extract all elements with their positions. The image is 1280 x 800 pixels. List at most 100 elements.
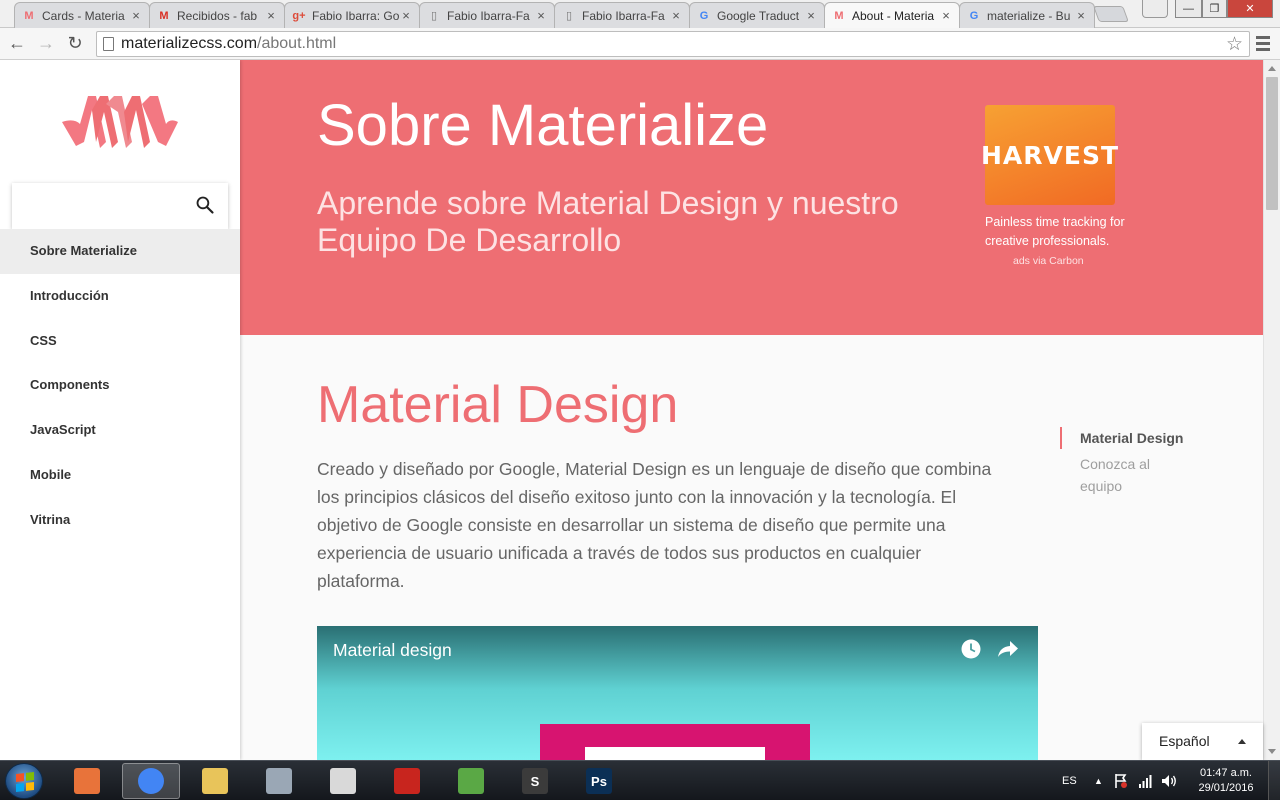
network-signal-icon[interactable] [1138, 773, 1152, 789]
side-nav: Sobre Materialize Introducción CSS Compo… [0, 60, 240, 760]
reload-icon[interactable]: ↻ [64, 32, 86, 54]
close-tab-icon[interactable]: × [534, 8, 548, 23]
autocad-icon [394, 768, 420, 794]
ad-text[interactable]: Painless time tracking for creative prof… [985, 213, 1155, 251]
sublime-text-icon: S [522, 768, 548, 794]
caret-up-icon [1238, 739, 1246, 744]
tab-title: Fabio Ibarra: Go [312, 8, 399, 23]
nav-item-vitrina[interactable]: Vitrina [0, 498, 240, 543]
profile-icon[interactable] [1142, 0, 1168, 18]
sketchup-icon [458, 768, 484, 794]
browser-tab[interactable]: M About - Materia × [824, 2, 960, 28]
google-plus-favicon-icon: g+ [292, 9, 306, 22]
close-window-icon[interactable]: ✕ [1227, 0, 1273, 18]
taskbar-app-calculator[interactable] [250, 763, 308, 799]
language-selector[interactable]: Español [1142, 723, 1263, 760]
taskbar-app-file-explorer[interactable] [186, 763, 244, 799]
google-translate-favicon-icon: G [699, 9, 709, 22]
google-favicon-icon: G [969, 9, 979, 22]
forward-arrow-icon[interactable]: → [35, 32, 57, 54]
file-explorer-icon [202, 768, 228, 794]
video-title[interactable]: Material design [333, 640, 452, 661]
nav-item-introduccion[interactable]: Introducción [0, 274, 240, 319]
close-tab-icon[interactable]: × [939, 8, 953, 23]
tab-title: Google Traduct [717, 8, 800, 23]
tab-title: Recibidos - fab [177, 8, 258, 23]
tab-title: Fabio Ibarra-Fa [447, 8, 530, 23]
close-tab-icon[interactable]: × [129, 8, 143, 23]
taskbar-app-autocad[interactable] [378, 763, 436, 799]
browser-tab[interactable]: g+ Fabio Ibarra: Go × [284, 2, 420, 28]
watch-later-clock-icon[interactable] [961, 639, 981, 659]
minimize-icon[interactable]: — [1175, 0, 1202, 18]
harvest-ad-image[interactable]: HARVEST [981, 105, 1118, 205]
tab-title: materialize - Bu [987, 8, 1071, 23]
close-tab-icon[interactable]: × [264, 8, 278, 23]
browser-tab[interactable]: ▯ Fabio Ibarra-Fa × [419, 2, 555, 28]
scrollbar-thumb[interactable] [1266, 77, 1278, 210]
nav-item-css[interactable]: CSS [0, 319, 240, 364]
taskbar-app-media-player[interactable] [58, 763, 116, 799]
table-of-contents: Material Design Conozca al equipo [1060, 427, 1183, 494]
taskbar-app-inkscape[interactable] [314, 763, 372, 799]
page-subtitle: Aprende sobre Material Design y nuestro … [317, 185, 899, 258]
share-arrow-icon[interactable] [997, 639, 1019, 659]
show-hidden-icons-arrow-icon[interactable]: ▲ [1094, 761, 1103, 800]
bookmark-star-icon[interactable]: ☆ [1226, 33, 1243, 56]
browser-tab[interactable]: G Google Traduct × [689, 2, 825, 28]
tab-title: Cards - Materia [42, 8, 125, 23]
nav-item-javascript[interactable]: JavaScript [0, 408, 240, 453]
scroll-up-arrow-icon[interactable] [1268, 66, 1276, 71]
materialize-logo[interactable] [62, 90, 178, 152]
input-language-indicator[interactable]: ES [1062, 761, 1077, 800]
browser-tab[interactable]: M Cards - Materia × [14, 2, 150, 28]
show-desktop-button[interactable] [1268, 761, 1280, 800]
address-bar[interactable]: materializecss.com/about.html ☆ [96, 31, 1250, 57]
browser-tab[interactable]: ▯ Fabio Ibarra-Fa × [554, 2, 690, 28]
search-input[interactable] [12, 183, 228, 229]
main-content: Material Design Creado y diseñado por Go… [240, 335, 1263, 760]
close-tab-icon[interactable]: × [1074, 8, 1088, 23]
ad-via-link[interactable]: ads via Carbon [1013, 255, 1155, 267]
scroll-down-arrow-icon[interactable] [1268, 749, 1276, 754]
page-scrollbar[interactable] [1263, 60, 1280, 760]
search-icon[interactable] [195, 195, 215, 215]
volume-speaker-icon[interactable] [1160, 772, 1178, 790]
close-tab-icon[interactable]: × [669, 8, 683, 23]
browser-tab[interactable]: Gmaterialize - Bu × [959, 2, 1095, 28]
media-player-icon [74, 768, 100, 794]
action-center-flag-icon[interactable] [1114, 773, 1128, 789]
nav-item-sobre-materialize[interactable]: Sobre Materialize [0, 229, 240, 274]
tab-title: About - Materia [852, 8, 935, 23]
page-icon [103, 37, 114, 51]
chrome-menu-icon[interactable] [1256, 36, 1270, 54]
start-button[interactable] [5, 763, 43, 799]
new-tab-button[interactable] [1093, 6, 1129, 22]
nav-item-mobile[interactable]: Mobile [0, 453, 240, 498]
system-clock[interactable]: 01:47 a.m. 29/01/2016 [1190, 766, 1262, 796]
browser-tab[interactable]: M Recibidos - fab × [149, 2, 285, 28]
side-nav-list: Sobre Materialize Introducción CSS Compo… [0, 229, 240, 543]
windows-logo-icon [16, 772, 34, 792]
nav-item-components[interactable]: Components [0, 363, 240, 408]
hero-header: Sobre Materialize Aprende sobre Material… [240, 60, 1263, 335]
taskbar-app-chrome[interactable] [122, 763, 180, 799]
page-title: Sobre Materialize [317, 93, 769, 158]
back-arrow-icon[interactable]: ← [6, 32, 28, 54]
language-value: Español [1159, 733, 1210, 749]
taskbar-app-sublime-text[interactable]: S [506, 763, 564, 799]
taskbar-app-photoshop[interactable]: Ps [570, 763, 628, 799]
toc-item-material-design[interactable]: Material Design [1062, 427, 1183, 449]
materialize-favicon-icon: M [834, 9, 844, 22]
page-favicon-icon: ▯ [430, 10, 438, 22]
close-tab-icon[interactable]: × [399, 8, 413, 23]
materialize-favicon-icon: M [24, 9, 34, 22]
windows-taskbar: S Ps ES ▲ 01:47 a.m. 29/01/2016 [0, 760, 1280, 800]
carbon-ad[interactable]: HARVEST Painless time tracking for creat… [981, 105, 1155, 267]
url-domain: materializecss.com [121, 35, 258, 52]
maximize-icon[interactable]: ❐ [1202, 0, 1227, 18]
youtube-video-embed[interactable]: Material design [317, 626, 1038, 760]
taskbar-app-sketchup[interactable] [442, 763, 500, 799]
toc-item-conozca-al-equipo[interactable]: Conozca al equipo [1060, 453, 1190, 497]
close-tab-icon[interactable]: × [804, 8, 818, 23]
